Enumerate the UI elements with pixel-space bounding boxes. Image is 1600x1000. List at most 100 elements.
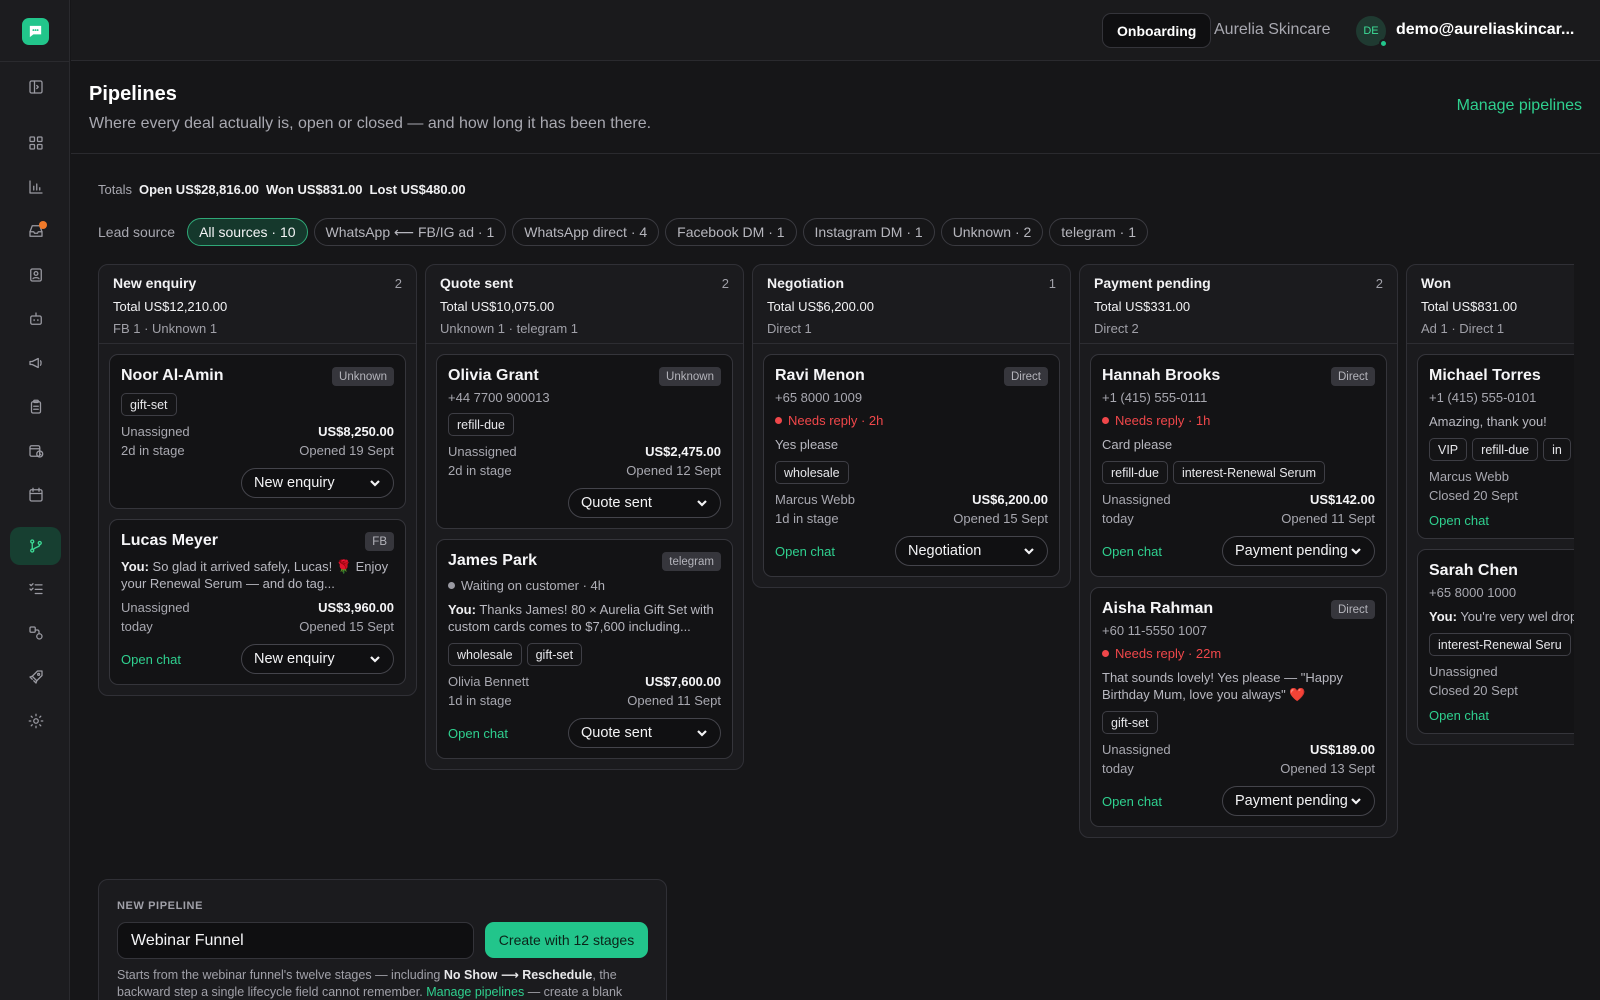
stage-select[interactable]: Payment pending [1222, 786, 1375, 816]
stage-select[interactable]: Quote sent [568, 718, 721, 748]
gear-icon[interactable] [10, 702, 61, 740]
stage-select[interactable]: Payment pending [1222, 536, 1375, 566]
tag[interactable]: wholesale [448, 643, 522, 666]
reply-status-text: Waiting on customer · 4h [461, 578, 606, 593]
clipboard-icon[interactable] [10, 388, 61, 426]
stage-select[interactable]: Negotiation [895, 536, 1048, 566]
analytics-icon[interactable] [10, 168, 61, 206]
inbox-icon[interactable] [10, 212, 61, 250]
card-footer: Open chat Payment pending [1102, 786, 1375, 816]
desc-manage-link[interactable]: Manage pipelines [426, 985, 524, 999]
totals-open: Open US$28,816.00 [138, 182, 259, 197]
lead-source-chip[interactable]: Facebook DM · 1 [665, 218, 797, 246]
chat-logo-icon[interactable] [22, 18, 49, 45]
tag[interactable]: gift-set [1102, 711, 1158, 734]
bot-icon[interactable] [10, 300, 61, 338]
contact-name[interactable]: Sarah Chen [1429, 562, 1574, 580]
integrations-icon[interactable] [10, 614, 61, 652]
sidebar [0, 0, 70, 1000]
column-sources: Direct 2 [1094, 321, 1139, 336]
lead-source-chip[interactable]: WhatsApp direct · 4 [512, 218, 660, 246]
lead-source-chip[interactable]: WhatsApp ⟵ FB/IG ad · 1 [313, 218, 507, 246]
lead-source-chip[interactable]: All sources · 10 [187, 218, 308, 246]
megaphone-icon[interactable] [10, 344, 61, 382]
deal-card[interactable]: Michael Torres +1 (415) 555-0101 Amazing, … [1417, 354, 1574, 539]
deal-card[interactable]: Hannah Brooks Direct +1 (415) 555-0111 Need… [1090, 354, 1387, 577]
deal-card[interactable]: Olivia Grant Unknown +44 7700 900013 refill… [436, 354, 733, 529]
lead-source-chip[interactable]: telegram · 1 [1049, 218, 1148, 246]
lead-source-chip[interactable]: Instagram DM · 1 [802, 218, 935, 246]
lead-source-chip[interactable]: Unknown · 2 [940, 218, 1044, 246]
tag[interactable]: in [1543, 438, 1571, 461]
schedule-icon[interactable] [10, 432, 61, 470]
card-footer: Open chat Payment pending [1102, 536, 1375, 566]
pipeline-name-input[interactable] [117, 922, 474, 959]
deal-owner: Unassigned [1102, 742, 1171, 757]
column-total: Total US$12,210.00 [113, 299, 228, 314]
card-footer: Open chat New enquiry [121, 644, 394, 674]
deal-card[interactable]: Lucas Meyer FB You: So glad it arrived saf… [109, 519, 406, 685]
top-bar: Onboarding Aurelia Skincare DE demo@aure… [71, 0, 1600, 61]
contact-name[interactable]: Lucas Meyer [121, 532, 394, 550]
deal-card[interactable]: Noor Al-Amin Unknown gift-set Unassigned US$… [109, 354, 406, 509]
open-chat-link[interactable]: Open chat [775, 544, 835, 559]
user-email[interactable]: demo@aureliaskincar... [1396, 21, 1574, 39]
calendar-icon[interactable] [10, 476, 61, 514]
opened-date: Opened 12 Sept [626, 463, 721, 478]
tag-list: gift-set [121, 393, 394, 416]
tag[interactable]: interest-Renewal Serum [1172, 461, 1326, 484]
tag[interactable]: wholesale [775, 461, 849, 484]
rocket-icon[interactable] [10, 658, 61, 696]
dashboard-icon[interactable] [10, 124, 61, 162]
tag[interactable]: VIP [1429, 438, 1468, 461]
manage-pipelines-link[interactable]: Manage pipelines [1457, 97, 1582, 115]
stage-age: 1d in stage [448, 693, 512, 708]
tag[interactable]: gift-set [526, 643, 583, 666]
opened-date: Opened 11 Sept [627, 693, 721, 708]
tag[interactable]: refill-due [1102, 461, 1168, 484]
last-message: You: Thanks James! 80 × Aurelia Gift Set… [448, 601, 721, 635]
source-badge: Unknown [332, 367, 394, 386]
column-title: Negotiation [767, 275, 844, 291]
desc-text-3: — create a blank [527, 985, 623, 999]
message-prefix: You: [121, 559, 149, 574]
stage-select[interactable]: New enquiry [241, 644, 394, 674]
stage-select[interactable]: Quote sent [568, 488, 721, 518]
tag[interactable]: interest-Renewal Seru [1429, 633, 1571, 656]
sidebar-toggle-icon[interactable] [10, 68, 61, 106]
stage-select[interactable]: New enquiry [241, 468, 394, 498]
app-root: Onboarding Aurelia Skincare DE demo@aure… [0, 0, 1600, 1000]
org-name[interactable]: Aurelia Skincare [1214, 21, 1331, 39]
contacts-icon[interactable] [10, 256, 61, 294]
contact-name[interactable]: Michael Torres [1429, 367, 1574, 385]
deal-owner: Unassigned [1102, 492, 1171, 507]
onboarding-button[interactable]: Onboarding [1102, 13, 1212, 48]
deal-card[interactable]: Aisha Rahman Direct +60 11-5550 1007 Needs … [1090, 587, 1387, 827]
pipeline-icon[interactable] [10, 527, 61, 565]
totals-bar: Totals Open US$28,816.00 Won US$831.00 L… [98, 182, 466, 197]
open-chat-link[interactable]: Open chat [1102, 794, 1162, 809]
open-chat-link[interactable]: Open chat [121, 652, 181, 667]
deal-card[interactable]: Ravi Menon Direct +65 8000 1009 Needs reply… [763, 354, 1060, 577]
pipeline-column: Payment pending 2 Total US$331.00 Direct 2H… [1079, 264, 1398, 838]
owner-row: Unassigned US$3,960.00 [121, 600, 394, 615]
open-chat-link[interactable]: Open chat [1429, 513, 1489, 528]
checklist-icon[interactable] [10, 570, 61, 608]
deal-owner: Unassigned [1429, 664, 1498, 679]
deal-card[interactable]: James Park telegram Waiting on customer · … [436, 539, 733, 759]
tag[interactable]: gift-set [121, 393, 177, 416]
open-chat-link[interactable]: Open chat [1429, 708, 1489, 723]
deal-card[interactable]: Sarah Chen +65 8000 1000 You: You're very … [1417, 549, 1574, 734]
create-pipeline-button[interactable]: Create with 12 stages [485, 922, 648, 958]
open-chat-link[interactable]: Open chat [1102, 544, 1162, 559]
tag[interactable]: refill-due [448, 413, 514, 436]
column-sources: FB 1 · Unknown 1 [113, 321, 218, 336]
source-badge: telegram [662, 552, 721, 571]
lead-source-label: Lead source [98, 224, 176, 240]
tag[interactable]: refill-due [1472, 438, 1539, 461]
message-text: Card please [1102, 437, 1173, 452]
new-pipeline-panel: NEW PIPELINE Create with 12 stages Start… [98, 879, 667, 1000]
deal-owner: Olivia Bennett [448, 674, 529, 689]
open-chat-link[interactable]: Open chat [448, 726, 508, 741]
new-pipeline-label: NEW PIPELINE [117, 900, 204, 912]
